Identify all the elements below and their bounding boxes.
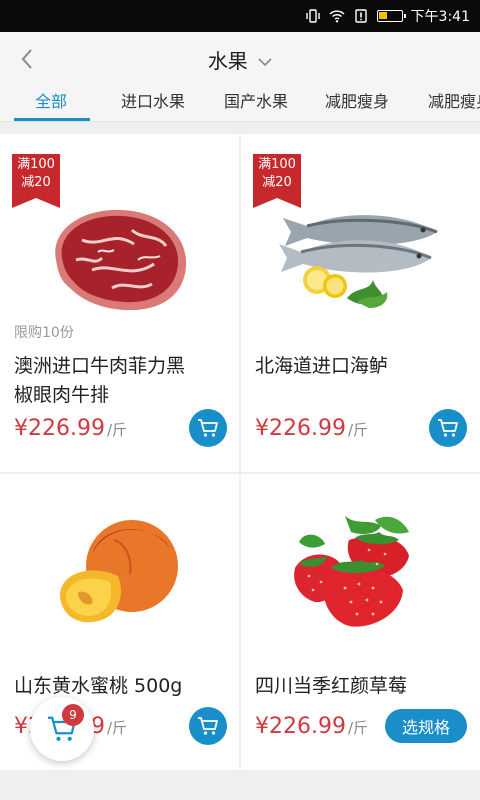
page-title: 水果	[207, 49, 248, 73]
floating-cart-button[interactable]	[30, 697, 94, 761]
promo-badge: 满100 减20	[253, 154, 301, 208]
product-price: ¥226.99/斤	[255, 416, 369, 441]
wifi-icon	[329, 10, 345, 23]
tab-imported-fruit[interactable]: 进口水果	[121, 88, 185, 112]
tab-diet[interactable]: 减肥瘦身	[325, 88, 389, 112]
promo-badge: 满100 减20	[12, 154, 60, 208]
peach-image	[60, 520, 178, 623]
header: 水果 全部 进口水果 国产水果 减肥瘦身 减肥瘦身	[0, 32, 480, 122]
tab-diet-2[interactable]: 减肥瘦身	[428, 88, 480, 112]
product-name: 北海道进口海鲈	[255, 355, 389, 377]
chevron-down-icon	[258, 58, 272, 67]
sim-alert-icon	[354, 9, 367, 23]
strawberry-image	[294, 516, 409, 627]
product-price: ¥226.99/斤	[255, 714, 369, 739]
battery-icon	[376, 10, 406, 22]
cart-icon	[198, 717, 218, 735]
product-price: ¥226.99/斤	[14, 416, 128, 441]
product-name: 山东黄水蜜桃 500g	[14, 675, 183, 697]
category-tabs: 全部 进口水果 国产水果 减肥瘦身 减肥瘦身	[0, 86, 480, 122]
add-to-cart-button[interactable]	[189, 707, 227, 745]
vibrate-icon	[305, 9, 320, 23]
cart-icon	[198, 419, 218, 437]
fish-image	[279, 215, 438, 308]
tab-all[interactable]: 全部	[35, 88, 67, 112]
status-bar: 下午3:41	[0, 0, 480, 32]
steak-image	[55, 209, 187, 311]
cart-count-badge: 9	[62, 704, 84, 726]
product-name: 澳洲进口牛肉菲力黑 椒眼肉牛排	[14, 355, 186, 406]
add-to-cart-button[interactable]	[429, 409, 467, 447]
product-name: 四川当季红颜草莓	[255, 675, 408, 697]
select-spec-button[interactable]: 选规格	[385, 709, 467, 743]
cart-icon	[438, 419, 458, 437]
add-to-cart-button[interactable]	[189, 409, 227, 447]
product-card[interactable]: 满100 减20 限购10份 澳洲进口牛肉菲力黑 椒眼肉牛排 ¥226.99/斤	[0, 134, 239, 472]
product-card[interactable]: 满100 减20 北海道进口海鲈 ¥226.99/斤	[241, 134, 480, 472]
status-time: 下午3:41	[410, 9, 470, 25]
product-card[interactable]: 四川当季红颜草莓 ¥226.99/斤 选规格	[241, 474, 480, 770]
category-selector[interactable]: 水果	[0, 45, 480, 74]
purchase-limit: 限购10份	[14, 325, 74, 341]
tab-domestic-fruit[interactable]: 国产水果	[224, 88, 288, 112]
